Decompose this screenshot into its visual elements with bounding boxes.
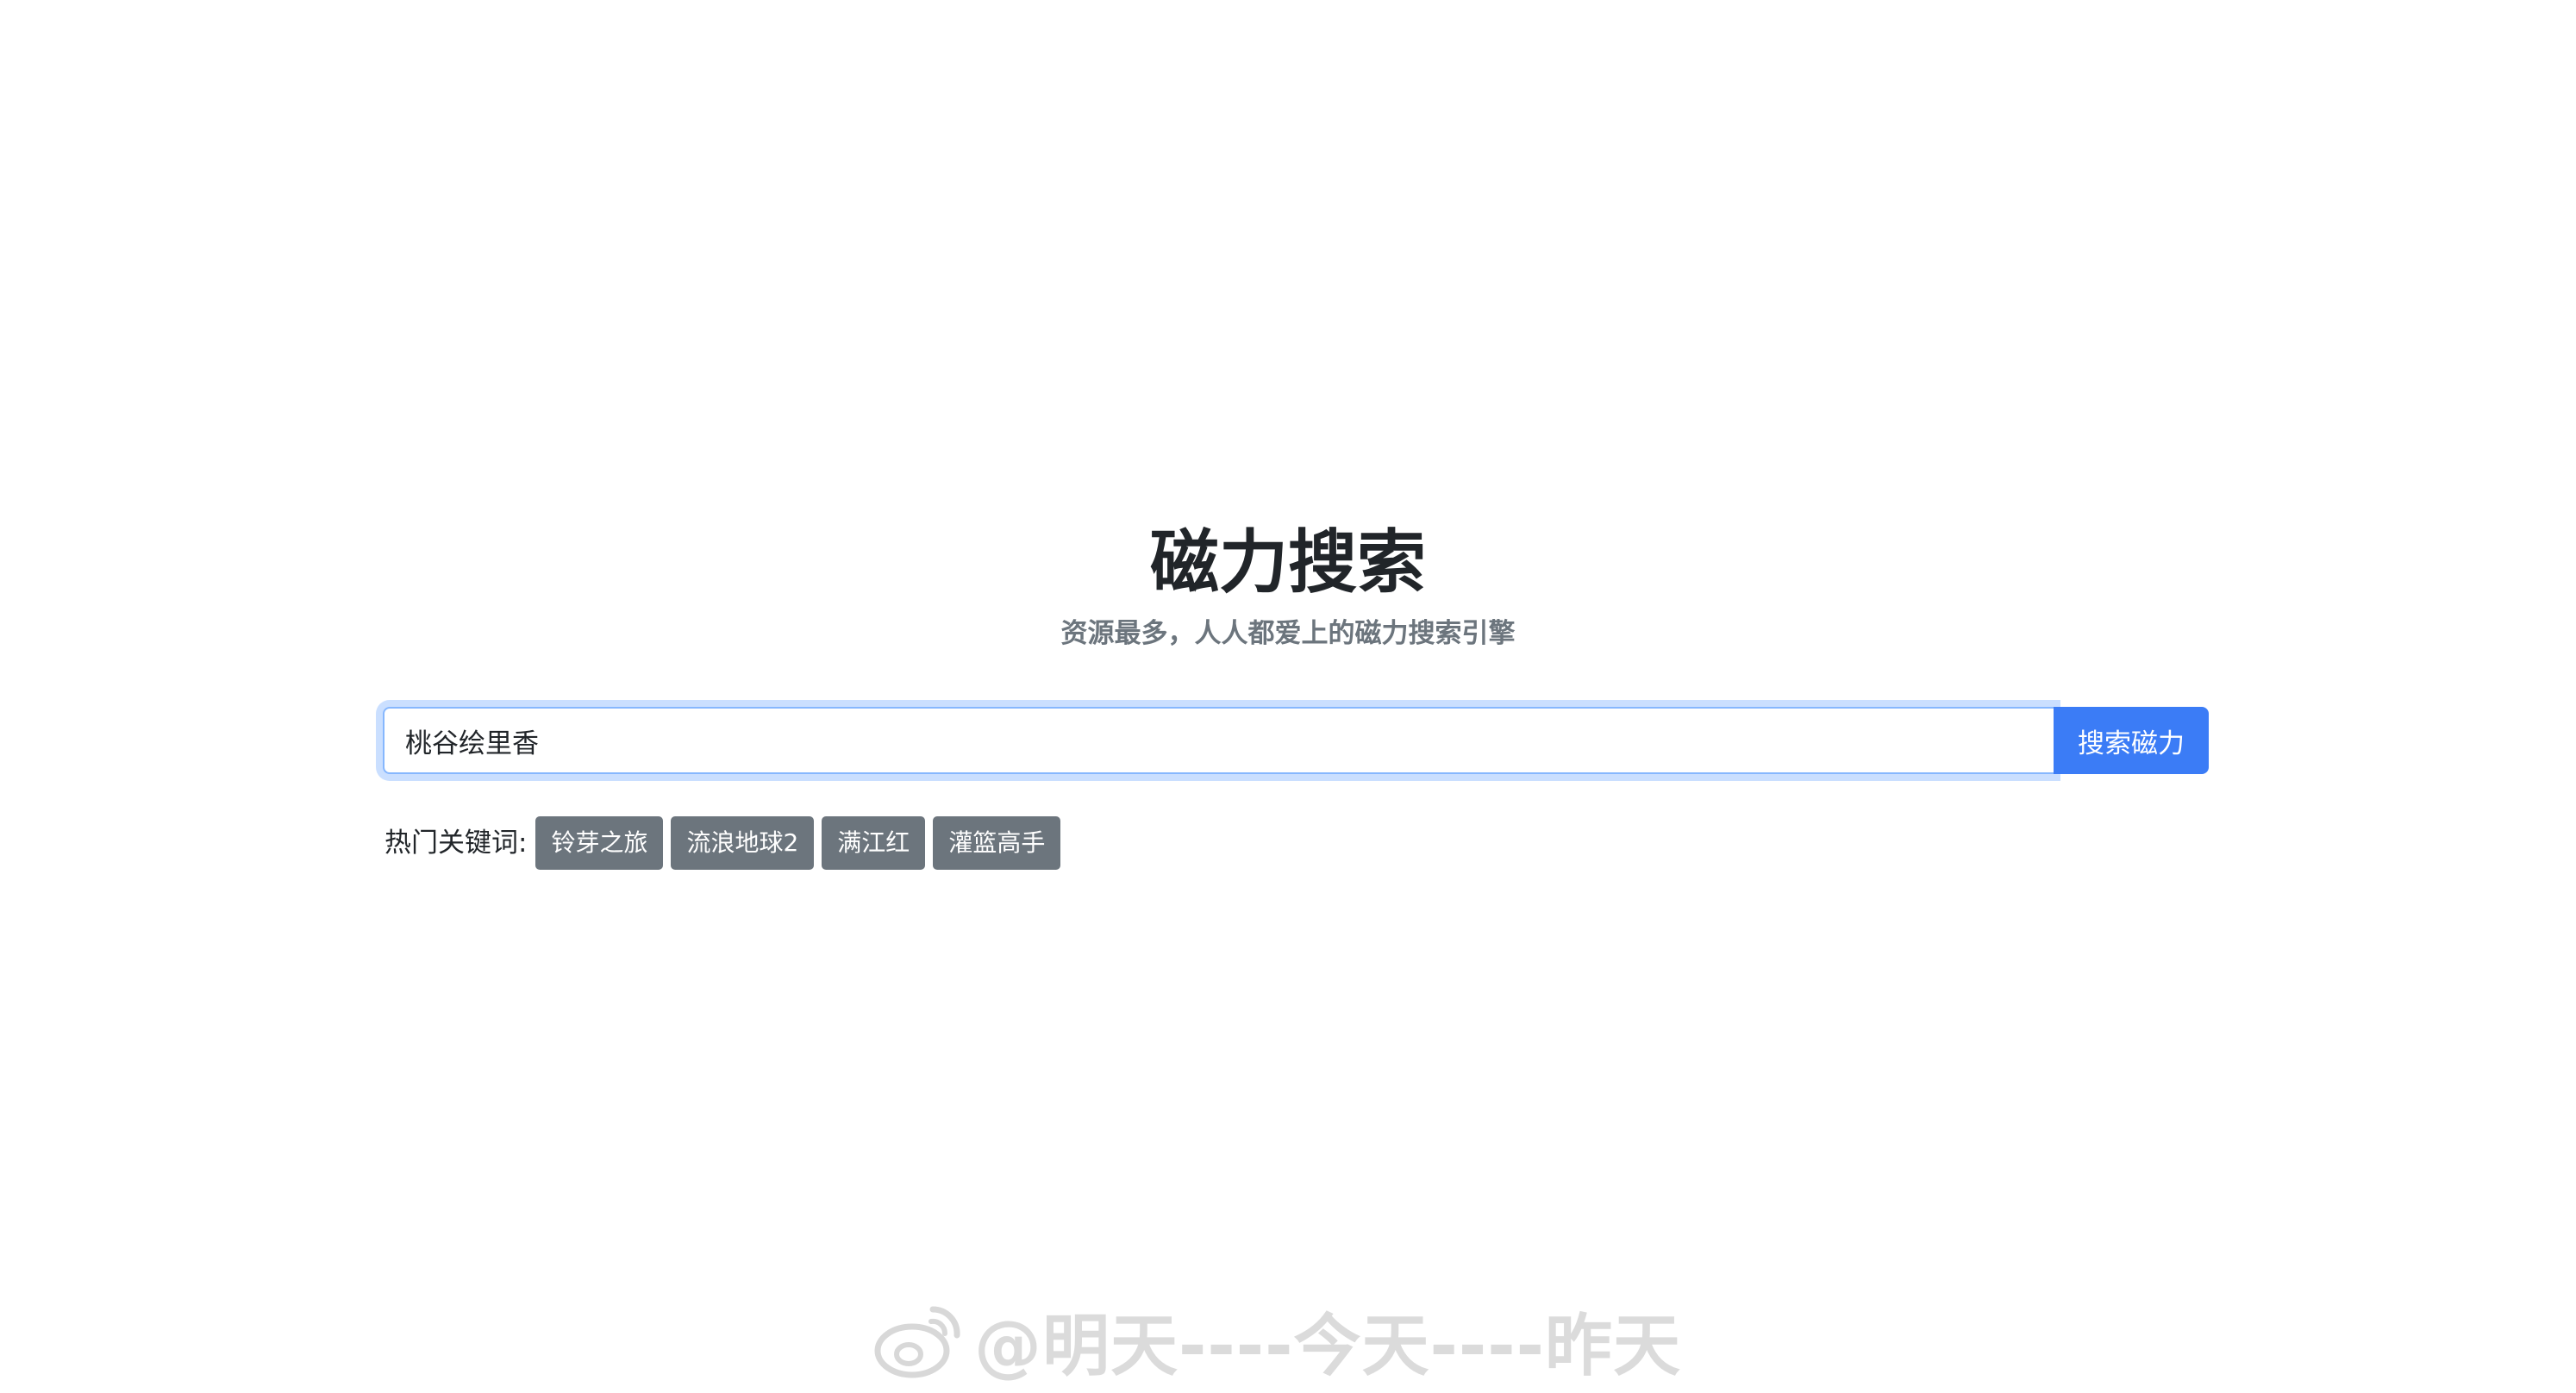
search-form: 搜索磁力 [383, 707, 2209, 774]
hot-keywords-label: 热门关键词: [385, 828, 528, 859]
hot-keyword-tag[interactable]: 铃芽之旅 [535, 816, 664, 870]
hot-keyword-tag[interactable]: 满江红 [822, 816, 926, 870]
hot-keywords: 热门关键词: 铃芽之旅 流浪地球2 满江红 灌篮高手 [385, 815, 1068, 871]
page-subtitle: 资源最多，人人都爱上的磁力搜索引擎 [1060, 618, 1516, 649]
page-title: 磁力搜索 [1150, 522, 1426, 603]
hot-keyword-tag[interactable]: 灌篮高手 [933, 816, 1061, 870]
watermark: @明天----今天----昨天 [871, 1293, 1681, 1388]
search-page: 磁力搜索 资源最多，人人都爱上的磁力搜索引擎 搜索磁力 热门关键词: 铃芽之旅 … [0, 0, 2576, 1393]
search-button[interactable]: 搜索磁力 [2054, 707, 2209, 774]
hot-keyword-tag[interactable]: 流浪地球2 [671, 816, 815, 870]
weibo-icon [874, 1306, 960, 1378]
search-input[interactable] [383, 707, 2054, 774]
watermark-text: @明天----今天----昨天 [974, 1308, 1681, 1385]
